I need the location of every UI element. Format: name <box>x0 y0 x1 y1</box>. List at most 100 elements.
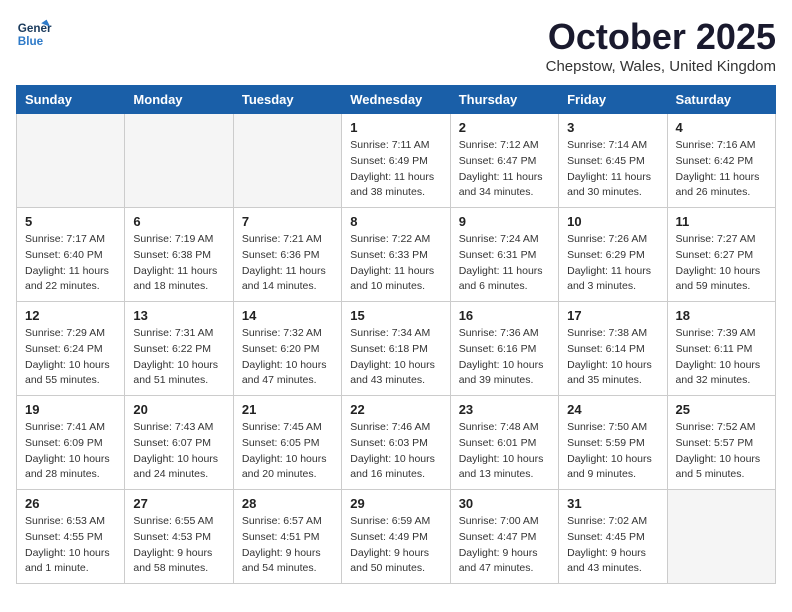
day-number: 19 <box>25 402 116 417</box>
day-number: 9 <box>459 214 550 229</box>
table-row: 23Sunrise: 7:48 AMSunset: 6:01 PMDayligh… <box>450 396 558 490</box>
day-number: 28 <box>242 496 333 511</box>
svg-text:Blue: Blue <box>18 35 44 48</box>
table-row: 7 Sunrise: 7:21 AMSunset: 6:36 PMDaylight… <box>233 208 341 302</box>
day-number: 15 <box>350 308 441 323</box>
day-number: 1 <box>350 120 441 135</box>
table-row <box>233 114 341 208</box>
day-info: Sunrise: 7:52 AMSunset: 5:57 PMDaylight:… <box>676 420 767 483</box>
day-number: 4 <box>676 120 767 135</box>
day-info: Sunrise: 7:11 AMSunset: 6:49 PMDaylight:… <box>350 138 441 201</box>
day-number: 18 <box>676 308 767 323</box>
table-row: 1 Sunrise: 7:11 AMSunset: 6:49 PMDaylight… <box>342 114 450 208</box>
day-info: Sunrise: 7:46 AMSunset: 6:03 PMDaylight:… <box>350 420 441 483</box>
day-info: Sunrise: 6:59 AMSunset: 4:49 PMDaylight:… <box>350 514 441 577</box>
logo-icon: General Blue <box>16 16 52 52</box>
day-number: 7 <box>242 214 333 229</box>
day-info: Sunrise: 7:29 AMSunset: 6:24 PMDaylight:… <box>25 326 116 389</box>
day-number: 17 <box>567 308 658 323</box>
table-row: 26 Sunrise: 6:53 AMSunset: 4:55 PMDayligh… <box>17 490 125 584</box>
day-info: Sunrise: 7:34 AMSunset: 6:18 PMDaylight:… <box>350 326 441 389</box>
day-number: 5 <box>25 214 116 229</box>
table-row: 11 Sunrise: 7:27 AMSunset: 6:27 PMDayligh… <box>667 208 775 302</box>
table-row: 27 Sunrise: 6:55 AMSunset: 4:53 PMDayligh… <box>125 490 233 584</box>
table-row: 25Sunrise: 7:52 AMSunset: 5:57 PMDayligh… <box>667 396 775 490</box>
table-row: 4Sunrise: 7:16 AMSunset: 6:42 PMDaylight… <box>667 114 775 208</box>
table-row: 9 Sunrise: 7:24 AMSunset: 6:31 PMDaylight… <box>450 208 558 302</box>
day-number: 2 <box>459 120 550 135</box>
day-number: 10 <box>567 214 658 229</box>
table-row: 13 Sunrise: 7:31 AMSunset: 6:22 PMDayligh… <box>125 302 233 396</box>
day-info: Sunrise: 7:00 AMSunset: 4:47 PMDaylight:… <box>459 514 550 577</box>
header-thursday: Thursday <box>450 86 558 114</box>
day-info: Sunrise: 7:24 AMSunset: 6:31 PMDaylight:… <box>459 232 550 295</box>
day-number: 11 <box>676 214 767 229</box>
month-title: October 2025 <box>546 16 776 58</box>
day-info: Sunrise: 7:26 AMSunset: 6:29 PMDaylight:… <box>567 232 658 295</box>
calendar-week-row: 12Sunrise: 7:29 AMSunset: 6:24 PMDayligh… <box>17 302 776 396</box>
table-row: 19 Sunrise: 7:41 AMSunset: 6:09 PMDayligh… <box>17 396 125 490</box>
day-info: Sunrise: 7:19 AMSunset: 6:38 PMDaylight:… <box>133 232 224 295</box>
day-info: Sunrise: 7:02 AMSunset: 4:45 PMDaylight:… <box>567 514 658 577</box>
day-info: Sunrise: 6:55 AMSunset: 4:53 PMDaylight:… <box>133 514 224 577</box>
calendar-title-area: October 2025 Chepstow, Wales, United Kin… <box>546 16 776 75</box>
day-number: 6 <box>133 214 224 229</box>
day-info: Sunrise: 7:41 AMSunset: 6:09 PMDaylight:… <box>25 420 116 483</box>
header-sunday: Sunday <box>17 86 125 114</box>
day-info: Sunrise: 7:27 AMSunset: 6:27 PMDaylight:… <box>676 232 767 295</box>
table-row: 8Sunrise: 7:22 AMSunset: 6:33 PMDaylight… <box>342 208 450 302</box>
header-monday: Monday <box>125 86 233 114</box>
day-number: 26 <box>25 496 116 511</box>
day-number: 30 <box>459 496 550 511</box>
day-number: 29 <box>350 496 441 511</box>
table-row: 10 Sunrise: 7:26 AMSunset: 6:29 PMDayligh… <box>559 208 667 302</box>
day-info: Sunrise: 7:36 AMSunset: 6:16 PMDaylight:… <box>459 326 550 389</box>
day-number: 23 <box>459 402 550 417</box>
table-row <box>125 114 233 208</box>
table-row: 21 Sunrise: 7:45 AMSunset: 6:05 PMDayligh… <box>233 396 341 490</box>
day-info: Sunrise: 7:14 AMSunset: 6:45 PMDaylight:… <box>567 138 658 201</box>
table-row: 6 Sunrise: 7:19 AMSunset: 6:38 PMDaylight… <box>125 208 233 302</box>
weekday-header-row: Sunday Monday Tuesday Wednesday Thursday… <box>17 86 776 114</box>
day-info: Sunrise: 6:57 AMSunset: 4:51 PMDaylight:… <box>242 514 333 577</box>
header-saturday: Saturday <box>667 86 775 114</box>
day-number: 8 <box>350 214 441 229</box>
table-row: 22 Sunrise: 7:46 AMSunset: 6:03 PMDayligh… <box>342 396 450 490</box>
day-number: 20 <box>133 402 224 417</box>
table-row: 5 Sunrise: 7:17 AMSunset: 6:40 PMDaylight… <box>17 208 125 302</box>
day-info: Sunrise: 7:32 AMSunset: 6:20 PMDaylight:… <box>242 326 333 389</box>
table-row: 15 Sunrise: 7:34 AMSunset: 6:18 PMDayligh… <box>342 302 450 396</box>
day-number: 27 <box>133 496 224 511</box>
day-number: 13 <box>133 308 224 323</box>
location-subtitle: Chepstow, Wales, United Kingdom <box>546 58 776 75</box>
table-row <box>667 490 775 584</box>
page-header: General Blue October 2025 Chepstow, Wale… <box>16 16 776 75</box>
header-wednesday: Wednesday <box>342 86 450 114</box>
day-number: 14 <box>242 308 333 323</box>
day-number: 21 <box>242 402 333 417</box>
table-row: 31Sunrise: 7:02 AMSunset: 4:45 PMDayligh… <box>559 490 667 584</box>
table-row: 3Sunrise: 7:14 AMSunset: 6:45 PMDaylight… <box>559 114 667 208</box>
header-tuesday: Tuesday <box>233 86 341 114</box>
table-row: 2Sunrise: 7:12 AMSunset: 6:47 PMDaylight… <box>450 114 558 208</box>
day-number: 22 <box>350 402 441 417</box>
day-info: Sunrise: 7:21 AMSunset: 6:36 PMDaylight:… <box>242 232 333 295</box>
day-info: Sunrise: 6:53 AMSunset: 4:55 PMDaylight:… <box>25 514 116 577</box>
day-number: 16 <box>459 308 550 323</box>
table-row: 20Sunrise: 7:43 AMSunset: 6:07 PMDayligh… <box>125 396 233 490</box>
table-row: 30 Sunrise: 7:00 AMSunset: 4:47 PMDayligh… <box>450 490 558 584</box>
table-row: 29 Sunrise: 6:59 AMSunset: 4:49 PMDayligh… <box>342 490 450 584</box>
table-row: 16 Sunrise: 7:36 AMSunset: 6:16 PMDayligh… <box>450 302 558 396</box>
calendar-week-row: 1 Sunrise: 7:11 AMSunset: 6:49 PMDaylight… <box>17 114 776 208</box>
day-info: Sunrise: 7:45 AMSunset: 6:05 PMDaylight:… <box>242 420 333 483</box>
table-row: 24Sunrise: 7:50 AMSunset: 5:59 PMDayligh… <box>559 396 667 490</box>
calendar-body: 1 Sunrise: 7:11 AMSunset: 6:49 PMDaylight… <box>17 114 776 584</box>
day-number: 24 <box>567 402 658 417</box>
header-friday: Friday <box>559 86 667 114</box>
day-info: Sunrise: 7:39 AMSunset: 6:11 PMDaylight:… <box>676 326 767 389</box>
calendar-table: Sunday Monday Tuesday Wednesday Thursday… <box>16 85 776 584</box>
day-info: Sunrise: 7:31 AMSunset: 6:22 PMDaylight:… <box>133 326 224 389</box>
table-row: 18 Sunrise: 7:39 AMSunset: 6:11 PMDayligh… <box>667 302 775 396</box>
day-info: Sunrise: 7:17 AMSunset: 6:40 PMDaylight:… <box>25 232 116 295</box>
calendar-week-row: 19 Sunrise: 7:41 AMSunset: 6:09 PMDayligh… <box>17 396 776 490</box>
